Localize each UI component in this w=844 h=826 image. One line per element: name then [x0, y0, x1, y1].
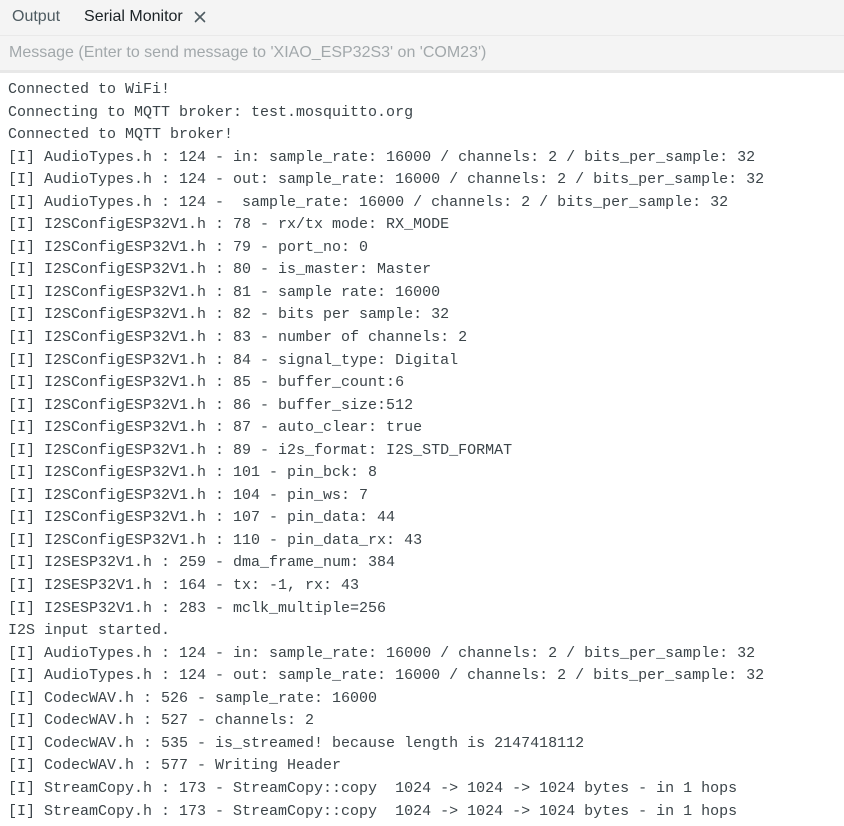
console-line: [I] I2SConfigESP32V1.h : 86 - buffer_siz…	[8, 396, 414, 414]
console-line: [I] I2SConfigESP32V1.h : 107 - pin_data:…	[8, 509, 396, 527]
message-input-bar	[0, 36, 844, 73]
panel-tab-bar: Output Serial Monitor	[0, 0, 844, 36]
console-line: I2S input started.	[8, 622, 171, 640]
console-line: [I] CodecWAV.h : 527 - channels: 2	[8, 712, 315, 730]
console-line: [I] I2SConfigESP32V1.h : 110 - pin_data_…	[8, 531, 423, 549]
console-line: [I] CodecWAV.h : 577 - Writing Header	[8, 757, 342, 775]
console-line: Connected to MQTT broker!	[8, 126, 234, 144]
tab-serial-monitor-label: Serial Monitor	[84, 8, 183, 25]
console-line: [I] I2SESP32V1.h : 283 - mclk_multiple=2…	[8, 599, 387, 617]
console-line: Connected to WiFi!	[8, 81, 171, 98]
console-line: [I] AudioTypes.h : 124 - out: sample_rat…	[8, 171, 765, 189]
console-line: [I] CodecWAV.h : 535 - is_streamed! beca…	[8, 734, 585, 752]
console-line: [I] I2SConfigESP32V1.h : 81 - sample rat…	[8, 283, 441, 301]
tab-output-label: Output	[12, 8, 61, 25]
console-line: [I] I2SConfigESP32V1.h : 82 - bits per s…	[8, 306, 450, 324]
tab-output[interactable]: Output	[0, 0, 72, 35]
close-icon[interactable]	[193, 10, 207, 24]
console-line: [I] CodecWAV.h : 526 - sample_rate: 1600…	[8, 689, 378, 707]
tab-serial-monitor[interactable]: Serial Monitor	[72, 0, 215, 35]
message-input[interactable]	[5, 37, 839, 69]
console-line: [I] I2SConfigESP32V1.h : 87 - auto_clear…	[8, 419, 423, 437]
console-line: [I] I2SConfigESP32V1.h : 101 - pin_bck: …	[8, 464, 378, 482]
console-line: [I] I2SConfigESP32V1.h : 80 - is_master:…	[8, 261, 432, 279]
console-line: [I] I2SESP32V1.h : 259 - dma_frame_num: …	[8, 554, 396, 572]
console-line: [I] AudioTypes.h : 124 - in: sample_rate…	[8, 644, 756, 662]
console-line: [I] AudioTypes.h : 124 - out: sample_rat…	[8, 667, 765, 685]
console-line: [I] StreamCopy.h : 173 - StreamCopy::cop…	[8, 779, 738, 797]
console-line: [I] I2SConfigESP32V1.h : 85 - buffer_cou…	[8, 374, 405, 392]
console-line: [I] I2SConfigESP32V1.h : 104 - pin_ws: 7	[8, 486, 369, 504]
console-line: Connecting to MQTT broker: test.mosquitt…	[8, 103, 414, 121]
console-line: [I] StreamCopy.h : 173 - StreamCopy::cop…	[8, 802, 738, 820]
console-line: [I] I2SConfigESP32V1.h : 79 - port_no: 0	[8, 238, 369, 256]
console-line: [I] I2SConfigESP32V1.h : 83 - number of …	[8, 329, 468, 347]
console-line: [I] I2SConfigESP32V1.h : 84 - signal_typ…	[8, 351, 459, 369]
serial-monitor-panel: Output Serial Monitor Connected to WiFi!…	[0, 0, 844, 826]
console-line: [I] I2SConfigESP32V1.h : 89 - i2s_format…	[8, 441, 513, 459]
console-line: [I] I2SESP32V1.h : 164 - tx: -1, rx: 43	[8, 577, 360, 595]
console-line: [I] AudioTypes.h : 124 - in: sample_rate…	[8, 148, 756, 166]
console-line: [I] I2SConfigESP32V1.h : 78 - rx/tx mode…	[8, 216, 450, 234]
serial-output-console[interactable]: Connected to WiFi! Connecting to MQTT bro…	[0, 76, 844, 826]
console-line: [I] AudioTypes.h : 124 - sample_rate: 16…	[8, 193, 729, 211]
